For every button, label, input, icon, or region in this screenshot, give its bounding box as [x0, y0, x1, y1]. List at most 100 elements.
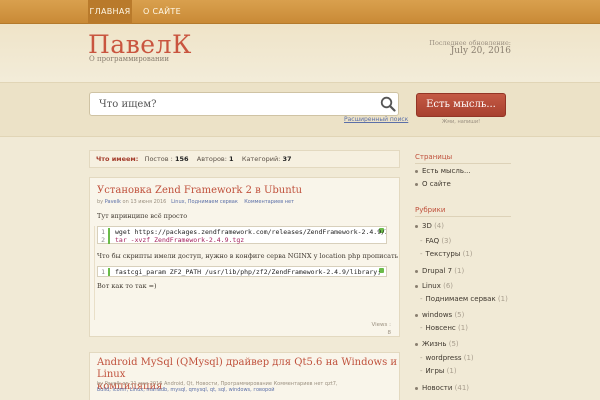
nav-item-home[interactable]: ГЛАВНАЯ — [88, 0, 132, 24]
bullet-icon — [415, 313, 418, 317]
post-intro-text: Тут впринципе всё просто — [97, 212, 188, 220]
search-icon[interactable] — [380, 96, 396, 112]
idea-button[interactable]: Есть мысль... — [416, 93, 506, 117]
sidebar-page-label[interactable]: О сайте — [422, 180, 451, 188]
code-line: 1 wget https://packages.zendframework.co… — [98, 228, 386, 236]
post-title[interactable]: Установка Zend Framework 2 в Ubuntu — [97, 185, 302, 197]
stats-label: Что имеем: — [96, 155, 139, 163]
rubric-label[interactable]: wordpress — [426, 354, 462, 362]
categories-count-label: Категорий: — [241, 155, 281, 163]
sidebar-rubric-item[interactable]: Новости (41) — [415, 384, 469, 392]
sidebar-divider — [415, 216, 511, 217]
rubric-count: (1) — [458, 324, 468, 332]
bullet-icon — [415, 182, 418, 186]
post-divider — [94, 226, 95, 320]
rubric-label[interactable]: 3D — [422, 222, 432, 230]
site-description: О программировании — [89, 55, 170, 63]
rubric-label[interactable]: Жизнь — [422, 340, 447, 348]
rubric-count: (6) — [443, 282, 454, 290]
search-input[interactable] — [99, 93, 369, 115]
rubric-count: (41) — [454, 384, 470, 392]
sidebar-rubric-item[interactable]: - Игры (1) — [420, 367, 457, 375]
sidebar-rubric-item[interactable]: Жизнь (5) — [415, 340, 459, 348]
code-line-number: 1 — [98, 228, 110, 236]
post-views: Views : 8 — [371, 321, 391, 337]
authors-count-label: Авторов: — [196, 155, 227, 163]
sidebar-page-label[interactable]: Есть мысль... — [422, 167, 471, 175]
rubric-count: (1) — [446, 367, 457, 375]
code-line-number: 1 — [98, 268, 110, 276]
nav-item-about[interactable]: О САЙТЕ — [139, 0, 185, 24]
views-count: 8 — [387, 330, 392, 336]
sidebar-rubric-item[interactable]: Linux (6) — [415, 282, 453, 290]
rubric-label[interactable]: Новости — [422, 384, 452, 392]
rubric-label[interactable]: Поднимаем сервак — [426, 295, 496, 303]
views-label: Views : — [371, 322, 391, 328]
sidebar-rubric-item[interactable]: - Новсенс (1) — [420, 324, 468, 332]
rubric-label[interactable]: FAQ — [426, 237, 440, 245]
post-title-line[interactable]: Android MySql (QMysql) драйвер для Qt5.6… — [97, 357, 397, 380]
posts-count: 156 — [174, 155, 189, 163]
dash-icon: - — [420, 324, 423, 332]
rubric-label[interactable]: Новсенс — [426, 324, 456, 332]
code-line-text: tar -xvzf ZendFramework-2.4.9.tgz — [115, 236, 245, 244]
dash-icon: - — [420, 250, 423, 258]
code-line-text: fastcgi_param ZF2_PATH /usr/lib/php/zf2/… — [115, 268, 382, 276]
idea-hint: Жми, напиши! — [441, 119, 481, 125]
rubric-label[interactable]: Игры — [426, 367, 445, 375]
rubric-count: (1) — [454, 267, 465, 275]
rubric-count: (1) — [462, 250, 473, 258]
rubric-count: (1) — [463, 354, 474, 362]
post-categories-link[interactable]: Linux, Поднимаем сервак — [171, 199, 238, 205]
post-meta-by: by — [97, 199, 104, 205]
post-middle-text: Что бы скрипты имели доступ, нужно в кон… — [97, 252, 399, 260]
sidebar-rubric-item[interactable]: - FAQ (3) — [420, 237, 451, 245]
sidebar-rubric-item[interactable]: - wordpress (1) — [420, 354, 474, 362]
rubric-label[interactable]: Текстуры — [426, 250, 461, 258]
search-box — [89, 92, 399, 116]
dash-icon: - — [420, 237, 423, 245]
top-navigation: ГЛАВНАЯ О САЙТЕ — [0, 0, 600, 24]
advanced-search-link[interactable]: Расширенный поиск — [344, 116, 408, 123]
bullet-icon — [415, 224, 418, 228]
post-date: on 13 июня 2016 — [122, 199, 167, 205]
sidebar-rubrics-heading: Рубрики — [415, 206, 446, 214]
last-update-date: July 20, 2016 — [450, 46, 511, 56]
post-meta: by Pavelk on 21 мая 2016 Android, Qt, Но… — [97, 381, 337, 393]
post-card: Android MySql (QMysql) драйвер для Qt5.6… — [89, 352, 400, 400]
post-meta: by Pavelk on 13 июня 2016 Linux, Поднима… — [97, 199, 294, 205]
post-outro-text: Вот как то так =) — [97, 282, 157, 290]
sidebar-rubric-item[interactable]: windows (5) — [415, 311, 464, 319]
dash-icon: - — [420, 367, 423, 375]
post-author-link[interactable]: Pavelk — [105, 199, 121, 205]
sidebar-rubric-item[interactable]: 3D (4) — [415, 222, 444, 230]
sidebar-divider — [415, 163, 511, 164]
stats-bar: Что имеем: Постов : 156 Авторов: 1 Катег… — [89, 150, 400, 168]
code-block: 1 fastcgi_param ZF2_PATH /usr/lib/php/zf… — [97, 266, 387, 277]
rubric-label[interactable]: windows — [422, 311, 452, 319]
code-block: 1 wget https://packages.zendframework.co… — [97, 226, 387, 244]
rubric-label[interactable]: Drupal 7 — [422, 267, 452, 275]
rubric-count: (5) — [454, 311, 465, 319]
bullet-icon — [415, 386, 418, 390]
rubric-label[interactable]: Linux — [422, 282, 441, 290]
sidebar-rubric-item[interactable]: Drupal 7 (1) — [415, 267, 464, 275]
code-line: 2 tar -xvzf ZendFramework-2.4.9.tgz — [98, 236, 386, 244]
rubric-count: (1) — [497, 295, 508, 303]
post-tags[interactable]: build, lcomr, Linux, mariadb, mysql, qmy… — [97, 387, 275, 393]
sidebar-page-link[interactable]: Есть мысль... — [415, 167, 471, 175]
rubric-count: (5) — [448, 340, 459, 348]
sidebar-rubric-item[interactable]: - Текстуры (1) — [420, 250, 473, 258]
bullet-icon — [415, 169, 418, 173]
sidebar-pages-heading: Страницы — [415, 153, 453, 161]
sidebar-rubric-item[interactable]: - Поднимаем сервак (1) — [420, 295, 508, 303]
bullet-icon — [415, 269, 418, 273]
sidebar-page-link[interactable]: О сайте — [415, 180, 451, 188]
post-card: Установка Zend Framework 2 в Ubuntu by P… — [89, 177, 400, 337]
code-line-text: wget https://packages.zendframework.com/… — [115, 228, 386, 236]
dash-icon: - — [420, 295, 423, 303]
categories-count: 37 — [282, 155, 292, 163]
dash-icon: - — [420, 354, 423, 362]
post-comments-link[interactable]: Комментариев нет — [244, 199, 294, 205]
authors-count: 1 — [229, 155, 234, 163]
